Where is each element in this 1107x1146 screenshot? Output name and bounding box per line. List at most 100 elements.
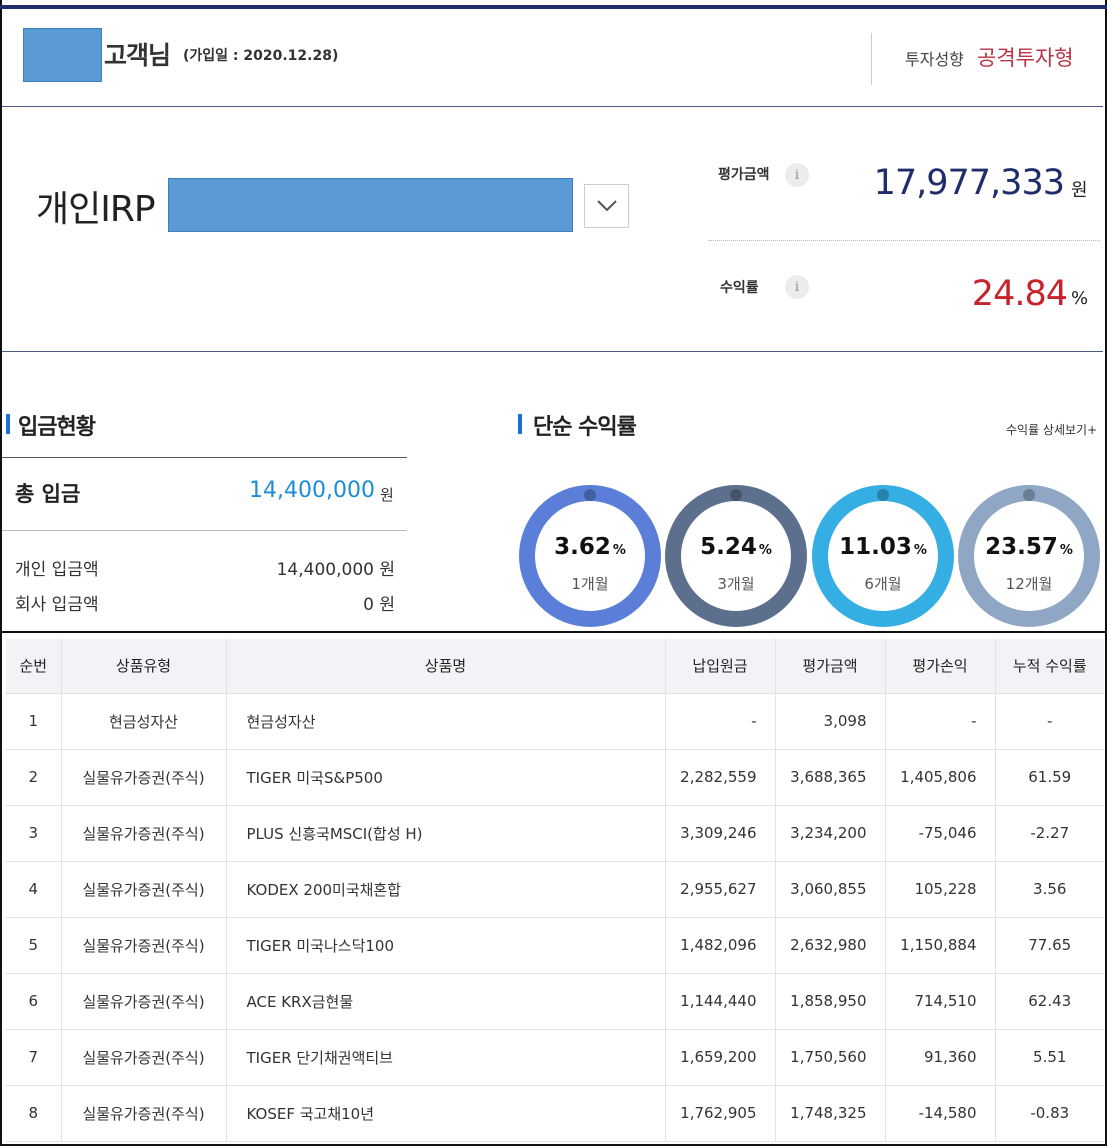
donut-value: 23.57% [985,534,1073,560]
total-deposit-label: 총 입금 [15,482,81,506]
personal-deposit-value: 14,400,000 원 [276,560,395,580]
total-deposit-value: 14,400,000 [249,478,375,503]
invest-type-label: 투자성향 [905,50,964,69]
cell-type: 실물유가증권(주식) [61,861,227,918]
invest-type-value: 공격투자형 [977,46,1074,70]
account-number-redaction [168,178,573,232]
eval-amount-label: 평가금액 [718,167,770,183]
cell-return: 5.51 [995,1029,1104,1086]
cell-type: 실물유가증권(주식) [61,749,227,806]
cell-return: 3.56 [995,861,1104,918]
col-header-pnl: 평가손익 [885,639,996,694]
chevron-down-icon [596,200,617,212]
eval-amount-unit: 원 [1071,180,1088,201]
cell-product: KOSEF 국고채10년 [226,1085,666,1142]
table-row[interactable]: 1 현금성자산 현금성자산 -3,098- - [6,693,1104,750]
cell-product: PLUS 신흥국MSCI(합성 H) [226,805,666,862]
section-marker [6,414,10,434]
customer-name-suffix: 고객님 [104,41,171,70]
cell-eval: 1,748,325 [775,1085,886,1142]
info-icon[interactable]: i [785,163,809,187]
personal-deposit-label: 개인 입금액 [15,560,99,580]
divider [2,351,1103,352]
cell-principal: 3,309,246 [665,805,776,862]
return-rate-label: 수익률 [720,280,759,296]
cell-pnl: - [885,693,996,750]
cell-return: -2.27 [995,805,1104,862]
cell-no: 3 [6,805,62,862]
table-header-row: 순번 상품유형 상품명 납입원금 평가금액 평가손익 누적 수익률 [6,639,1104,694]
cell-principal: 1,762,905 [665,1085,776,1142]
cell-no: 7 [6,1029,62,1086]
cell-type: 현금성자산 [61,693,227,750]
cell-no: 2 [6,749,62,806]
cell-principal: 1,482,096 [665,917,776,974]
cell-type: 실물유가증권(주식) [61,1029,227,1086]
table-row[interactable]: 3 실물유가증권(주식) PLUS 신흥국MSCI(합성 H) 3,309,246 3,… [6,805,1104,862]
table-row[interactable]: 6 실물유가증권(주식) ACE KRX금현물 1,144,440 1,858,950 7… [6,973,1104,1030]
return-donut-3: 23.57% 12개월 [957,484,1101,628]
cell-product: TIGER 미국나스닥100 [226,917,666,974]
cell-product: ACE KRX금현물 [226,973,666,1030]
return-rate-value: 24.84 [971,274,1068,314]
cell-principal: 1,659,200 [665,1029,776,1086]
cell-no: 1 [6,693,62,750]
table-row[interactable]: 8 실물유가증권(주식) KOSEF 국고채10년 1,762,905 1,748,32… [6,1085,1104,1142]
simple-return-title: 단순 수익률 [533,415,637,440]
cell-eval: 3,234,200 [775,805,886,862]
cell-pnl: 105,228 [885,861,996,918]
deposit-title: 입금현황 [18,415,96,440]
cell-principal: 2,282,559 [665,749,776,806]
cell-type: 실물유가증권(주식) [61,1085,227,1142]
cell-principal: 1,144,440 [665,973,776,1030]
cell-eval: 3,688,365 [775,749,886,806]
col-header-no: 순번 [6,639,62,694]
cell-principal: - [665,693,776,750]
eval-amount-value: 17,977,333 [873,163,1065,203]
donut-period: 6개월 [864,575,902,593]
cell-eval: 1,858,950 [775,973,886,1030]
donut-period: 1개월 [571,575,609,593]
header-divider [871,33,872,85]
return-donut-0: 3.62% 1개월 [518,484,662,628]
cell-return: 61.59 [995,749,1104,806]
cell-type: 실물유가증권(주식) [61,973,227,1030]
donut-value: 11.03% [839,534,927,560]
table-row[interactable]: 7 실물유가증권(주식) TIGER 단기채권액티브 1,659,200 1,750,5… [6,1029,1104,1086]
company-deposit-label: 회사 입금액 [15,595,99,615]
cell-product: TIGER 단기채권액티브 [226,1029,666,1086]
cell-return: -0.83 [995,1085,1104,1142]
cell-pnl: 91,360 [885,1029,996,1086]
cell-no: 8 [6,1085,62,1142]
table-row[interactable]: 4 실물유가증권(주식) KODEX 200미국채혼합 2,955,627 3,060,… [6,861,1104,918]
company-deposit-value: 0 원 [363,595,395,615]
join-date: (가입일 : 2020.12.28) [183,48,339,64]
return-donut-1: 5.24% 3개월 [664,484,808,628]
cell-eval: 3,098 [775,693,886,750]
cell-no: 6 [6,973,62,1030]
cell-eval: 3,060,855 [775,861,886,918]
section-marker [518,414,522,434]
divider [2,457,407,458]
cell-principal: 2,955,627 [665,861,776,918]
cell-product: TIGER 미국S&P500 [226,749,666,806]
account-select-button[interactable] [584,184,629,228]
table-row[interactable]: 5 실물유가증권(주식) TIGER 미국나스닥100 1,482,096 2,632,… [6,917,1104,974]
dotted-divider [708,240,1100,241]
cell-pnl: 1,150,884 [885,917,996,974]
cell-product: 현금성자산 [226,693,666,750]
donut-value: 5.24% [700,534,772,560]
table-row[interactable]: 2 실물유가증권(주식) TIGER 미국S&P500 2,282,559 3,688,… [6,749,1104,806]
info-icon[interactable]: i [785,275,809,299]
col-header-type: 상품유형 [61,639,227,694]
total-deposit-unit: 원 [380,486,394,504]
divider [2,530,407,531]
cell-no: 4 [6,861,62,918]
return-detail-link[interactable]: 수익률 상세보기+ [1006,421,1097,438]
col-header-return: 누적 수익률 [995,639,1104,694]
cell-product: KODEX 200미국채혼합 [226,861,666,918]
col-header-eval: 평가금액 [775,639,886,694]
cell-eval: 1,750,560 [775,1029,886,1086]
top-accent-line [0,5,1107,9]
account-title: 개인IRP [36,189,156,230]
